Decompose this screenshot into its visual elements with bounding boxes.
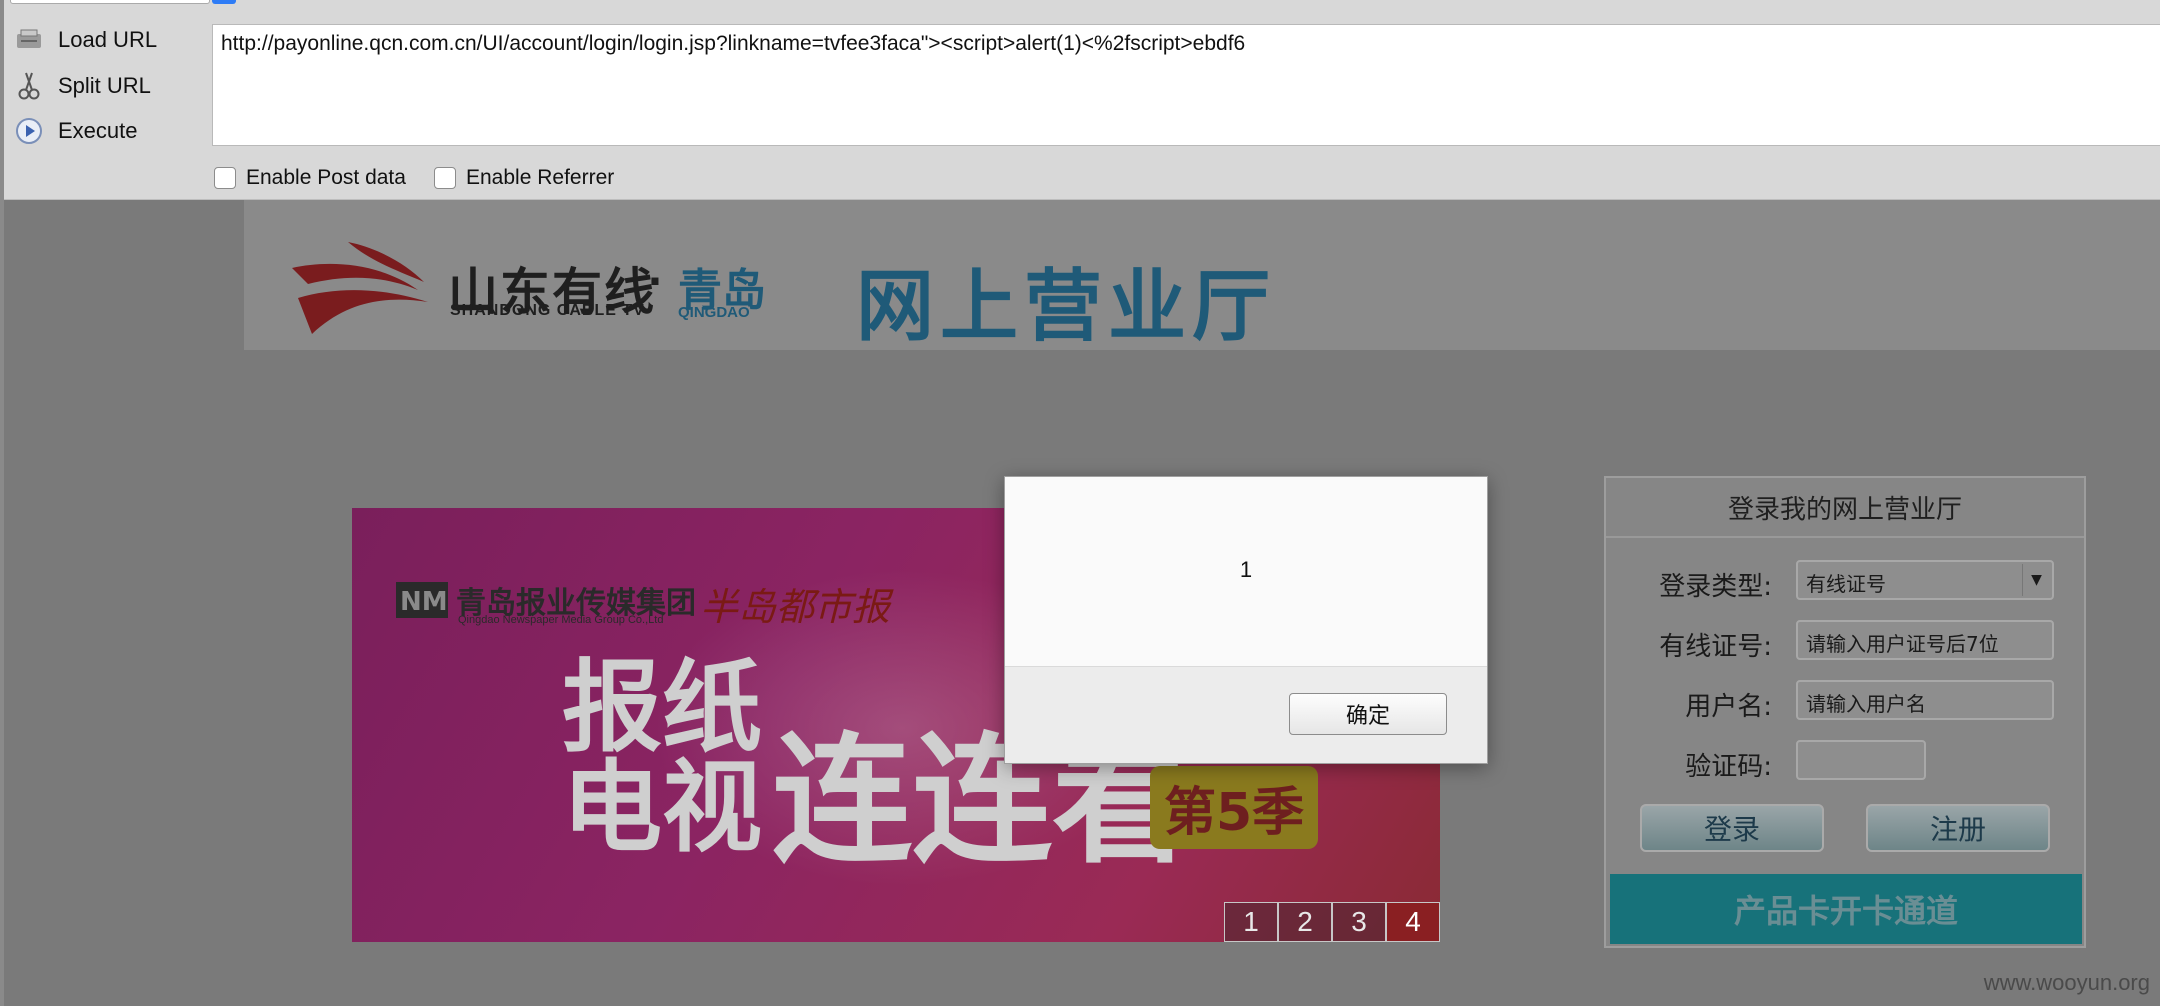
browser-tab[interactable] xyxy=(10,0,210,4)
hackbar-toolbar: Load URL Split URL Execute http://payonl… xyxy=(0,0,2160,200)
enable-post-data-checkbox[interactable]: Enable Post data xyxy=(214,166,406,190)
scissors-icon xyxy=(14,71,44,101)
window-edge xyxy=(0,0,4,1006)
card-number-label: 有线证号: xyxy=(1659,632,1772,662)
banner-page-2[interactable]: 2 xyxy=(1278,902,1332,942)
enable-post-data-label: Enable Post data xyxy=(246,166,406,189)
brand-separator: · xyxy=(648,253,665,309)
card-activation-button[interactable]: 产品卡开卡通道 xyxy=(1610,874,2082,944)
username-label: 用户名: xyxy=(1685,692,1772,722)
banner-headline-2: 电视 xyxy=(562,749,762,866)
banner-page-1[interactable]: 1 xyxy=(1224,902,1278,942)
register-button[interactable]: 注册 xyxy=(1866,804,2050,852)
chevron-down-icon[interactable]: ▼ xyxy=(2022,564,2050,596)
brand-name-en: SHANDONG CABLE TV xyxy=(450,302,645,319)
banner-group-name-en: Qingdao Newspaper Media Group Co.,Ltd xyxy=(458,614,664,626)
tab-accent xyxy=(212,0,236,4)
enable-referrer-label: Enable Referrer xyxy=(466,166,615,189)
load-url-label: Load URL xyxy=(58,27,158,52)
banner-newspaper-name: 半岛都市报 xyxy=(700,585,891,629)
banner-page-4[interactable]: 4 xyxy=(1386,902,1440,942)
login-type-row: 登录类型: 有线证号 ▼ xyxy=(1606,560,2084,604)
banner-season-badge: 第5季 xyxy=(1150,766,1319,849)
url-input[interactable]: http://payonline.qcn.com.cn/UI/account/l… xyxy=(212,24,2160,146)
execute-label: Execute xyxy=(58,118,138,143)
captcha-label: 验证码: xyxy=(1685,752,1772,782)
brand-city-en: QINGDAO xyxy=(678,304,750,321)
checkbox-box[interactable] xyxy=(434,167,456,189)
split-url-label: Split URL xyxy=(58,73,151,98)
banner-page-3[interactable]: 3 xyxy=(1332,902,1386,942)
enable-referrer-checkbox[interactable]: Enable Referrer xyxy=(434,166,614,190)
alert-message: 1 xyxy=(1239,557,1253,582)
nm-logo-icon: NM xyxy=(396,582,448,618)
login-title: 登录我的网上营业厅 xyxy=(1606,478,2084,538)
load-icon xyxy=(14,25,44,55)
checkbox-box[interactable] xyxy=(214,167,236,189)
page-title: 网上营业厅 xyxy=(856,261,1277,352)
site-header: 山东有线 · 青岛 SHANDONG CABLE TV QINGDAO 网上营业… xyxy=(244,200,2160,352)
execute-button[interactable]: Execute xyxy=(14,111,214,151)
banner-pager: 1 2 3 4 xyxy=(1224,902,1440,942)
card-number-input[interactable]: 请输入用户证号后7位 xyxy=(1796,620,2054,660)
alert-dialog: 1 确定 xyxy=(1004,476,1488,764)
browser-window: Load URL Split URL Execute http://payonl… xyxy=(0,0,2160,1006)
play-icon xyxy=(14,116,44,146)
banner-headline-1: 报纸 xyxy=(562,649,762,766)
watermark: www.wooyun.org xyxy=(1983,970,2150,995)
login-type-select[interactable]: 有线证号 ▼ xyxy=(1796,560,2054,600)
split-url-button[interactable]: Split URL xyxy=(14,66,214,106)
shandong-cable-logo-icon xyxy=(292,242,428,334)
alert-body: 1 xyxy=(1005,477,1487,667)
alert-ok-button[interactable]: 确定 xyxy=(1289,693,1447,735)
load-url-button[interactable]: Load URL xyxy=(14,20,214,60)
captcha-row: 验证码: xyxy=(1606,740,2084,784)
svg-text:NM: NM xyxy=(400,587,448,617)
login-panel: 登录我的网上营业厅 登录类型: 有线证号 ▼ 有线证号: 请输入用户证号后7位 … xyxy=(1604,476,2086,948)
username-row: 用户名: 请输入用户名 xyxy=(1606,680,2084,724)
username-input[interactable]: 请输入用户名 xyxy=(1796,680,2054,720)
captcha-input[interactable] xyxy=(1796,740,1926,780)
login-button[interactable]: 登录 xyxy=(1640,804,1824,852)
login-type-value: 有线证号 xyxy=(1806,572,1886,596)
login-type-label: 登录类型: xyxy=(1659,572,1772,602)
tab-strip xyxy=(0,0,2160,24)
card-number-row: 有线证号: 请输入用户证号后7位 xyxy=(1606,620,2084,664)
